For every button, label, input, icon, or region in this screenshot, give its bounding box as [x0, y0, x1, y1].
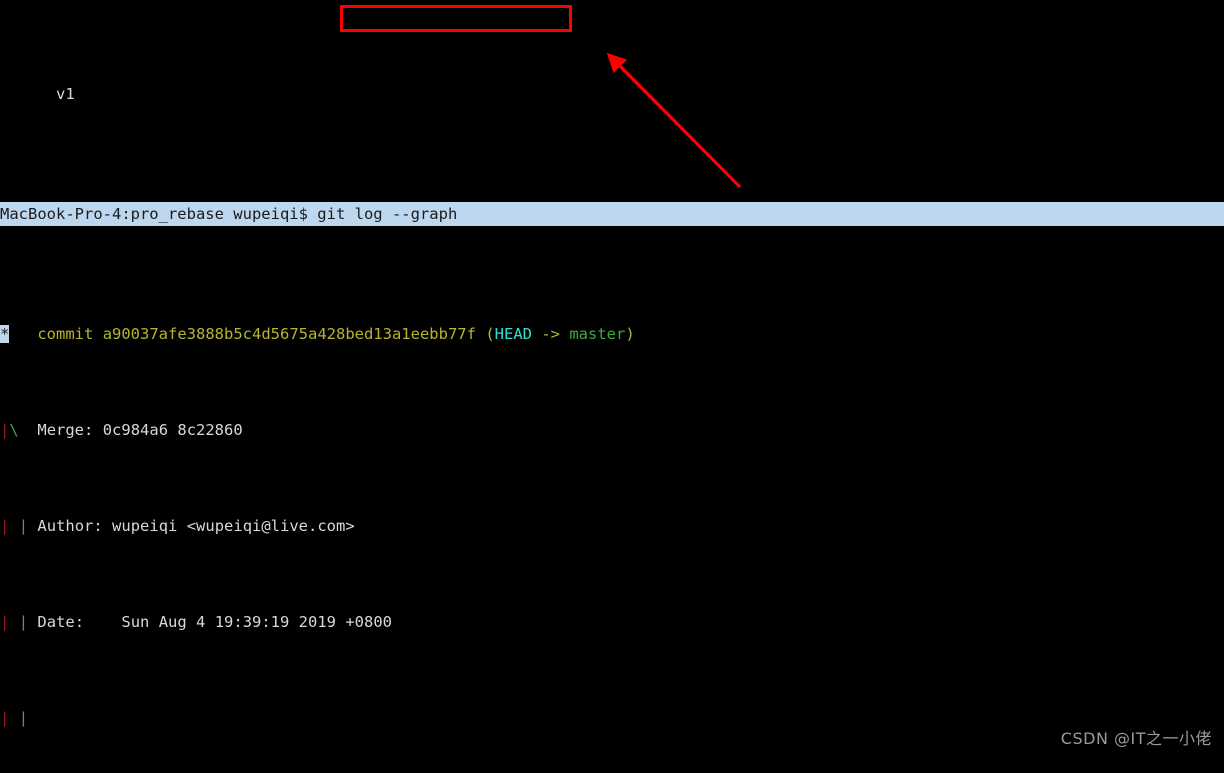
terminal-output[interactable]: v1 MacBook-Pro-4:pro_rebase wupeiqi$ git…	[0, 0, 1224, 773]
prompt-line-selected[interactable]: MacBook-Pro-4:pro_rebase wupeiqi$ git lo…	[0, 202, 1224, 226]
deco-open-0: (	[485, 325, 495, 343]
graph-pipe: |	[18, 613, 29, 631]
graph-pipe: |	[0, 613, 10, 631]
terminal-window[interactable]: v1 MacBook-Pro-4:pro_rebase wupeiqi$ git…	[0, 0, 1224, 773]
deco-arrow-0: ->	[531, 325, 570, 343]
log-entry-0-merge-line: |\ Merge: 0c984a6 8c22860	[0, 418, 1224, 442]
graph-pipe: |	[18, 709, 29, 727]
graph-pipe: |	[0, 517, 10, 535]
log-entry-0-blank-line: | |	[0, 706, 1224, 730]
author-label-0: Author:	[37, 517, 103, 535]
log-entry-0-commit-line: * commit a90037afe3888b5c4d5675a428bed13…	[0, 322, 1224, 346]
branch-name-0: master	[569, 325, 626, 343]
prompt-sigil: $	[298, 205, 308, 223]
graph-backslash: \	[9, 421, 19, 439]
graph-pipe: |	[0, 421, 10, 439]
commit-hash-0: a90037afe3888b5c4d5675a428bed13a1eebb77f	[102, 325, 476, 343]
date-value-0: Sun Aug 4 19:39:19 2019 +0800	[121, 613, 392, 631]
merge-label-0: Merge:	[37, 421, 94, 439]
date-label-0: Date:	[37, 613, 85, 631]
scrollback-partial-line: v1	[0, 85, 75, 103]
log-entry-0-author-line: | | Author: wupeiqi <wupeiqi@live.com>	[0, 514, 1224, 538]
merge-parents-0: 0c984a6 8c22860	[102, 421, 243, 439]
typed-command[interactable]: git log --graph	[307, 205, 458, 223]
graph-pipe: |	[18, 517, 29, 535]
graph-pipe: |	[0, 709, 10, 727]
log-entry-0-date-line: | | Date: Sun Aug 4 19:39:19 2019 +0800	[0, 610, 1224, 634]
watermark-text: CSDN @IT之一小佬	[1060, 729, 1212, 748]
commit-label-0: commit	[37, 325, 94, 343]
deco-close-0: )	[625, 325, 635, 343]
author-value-0: wupeiqi <wupeiqi@live.com>	[112, 517, 355, 535]
prompt-host-user: MacBook-Pro-4:pro_rebase wupeiqi	[0, 205, 299, 223]
graph-star-selected: *	[0, 325, 10, 343]
head-pointer-0: HEAD	[494, 325, 532, 343]
